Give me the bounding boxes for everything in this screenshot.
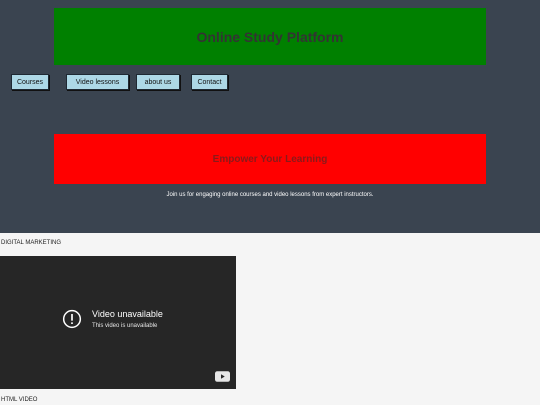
title-banner: Online Study Platform: [54, 8, 486, 65]
youtube-icon[interactable]: [215, 371, 230, 382]
video-message-subtitle: This video is unavailable: [92, 323, 158, 329]
section-label-digital-marketing: DIGITAL MARKETING: [1, 240, 62, 246]
page: Online Study Platform Courses Video less…: [0, 0, 540, 405]
video-player[interactable]: Video unavailable This video is unavaila…: [0, 256, 236, 389]
empower-banner: Empower Your Learning: [54, 134, 486, 184]
nav-courses-button[interactable]: Courses: [11, 74, 49, 90]
site-title: Online Study Platform: [196, 28, 344, 45]
intro-text: Join us for engaging online courses and …: [166, 192, 374, 198]
nav-video-lessons-button[interactable]: Video lessons: [66, 74, 129, 90]
banner-headline: Empower Your Learning: [212, 153, 328, 165]
video-message-title: Video unavailable: [92, 309, 163, 319]
hero-section: Online Study Platform Courses Video less…: [0, 0, 540, 233]
nav-contact-button[interactable]: Contact: [191, 74, 228, 90]
video-message-text: Video unavailable This video is unavaila…: [92, 309, 163, 329]
section-label-html-video: HTML VIDEO: [1, 397, 38, 403]
alert-circle-icon: [62, 309, 82, 329]
video-unavailable-message: Video unavailable This video is unavaila…: [62, 309, 163, 329]
nav-about-us-button[interactable]: about us: [136, 74, 180, 90]
